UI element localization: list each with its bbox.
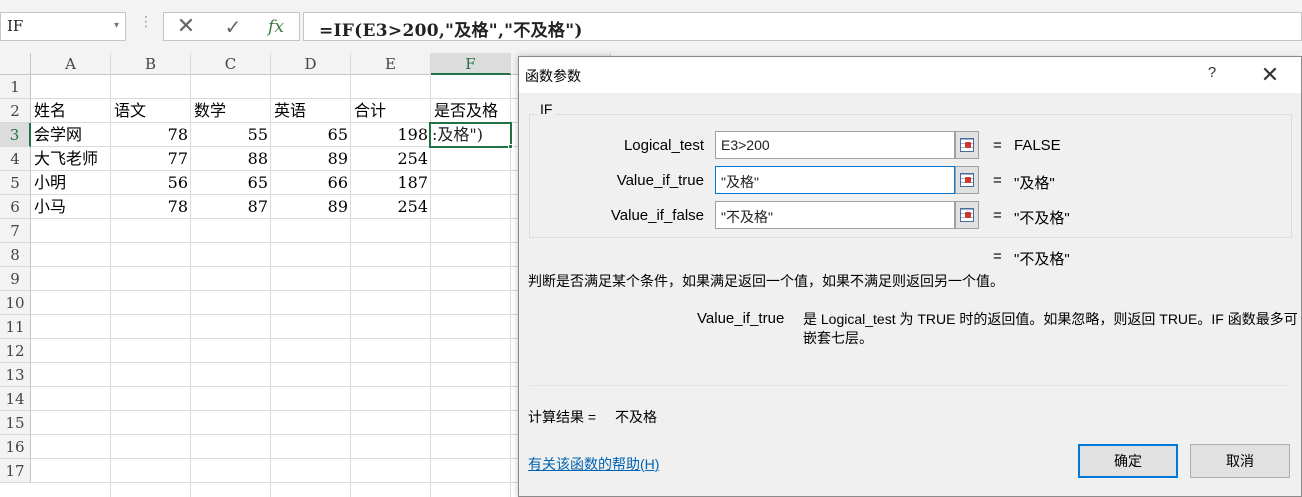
cell-c6[interactable]: 87 (191, 195, 271, 219)
cancel-button[interactable]: 取消 (1190, 444, 1290, 478)
function-arguments-dialog: 函数参数 ? ✕ IF Logical_test E3>200 = FALSE … (518, 56, 1302, 497)
arg-help-text: 是 Logical_test 为 TRUE 时的返回值。如果忽略，则返回 TRU… (803, 311, 1298, 346)
arg-help-name: Value_if_true (697, 310, 785, 327)
collapse-dialog-button[interactable] (955, 166, 979, 194)
cancel-icon[interactable]: ✕ (172, 15, 200, 39)
cell-a3[interactable]: 会学网 (31, 123, 111, 147)
column-header-b[interactable]: B (111, 53, 191, 75)
function-description: 判断是否满足某个条件，如果满足返回一个值，如果不满足则返回另一个值。 (528, 273, 1004, 289)
cell-a2[interactable]: 姓名 (31, 99, 111, 123)
collapse-dialog-button[interactable] (955, 201, 979, 229)
cell-b4[interactable]: 77 (111, 147, 191, 171)
chevron-down-icon[interactable]: ▾ (114, 20, 119, 31)
column-header-e[interactable]: E (351, 53, 431, 75)
overall-equals: = (993, 248, 1002, 265)
cell-c4[interactable]: 88 (191, 147, 271, 171)
function-help-link[interactable]: 有关该函数的帮助(H) (528, 454, 659, 474)
row-header-2[interactable]: 2 (0, 99, 31, 123)
cell-b2[interactable]: 语文 (111, 99, 191, 123)
row-header-15[interactable]: 15 (0, 411, 31, 435)
row-header-13[interactable]: 13 (0, 363, 31, 387)
cell-d5[interactable]: 66 (271, 171, 351, 195)
formula-input[interactable]: =IF(E3>200,"及格","不及格") (303, 12, 1302, 41)
row-header-16[interactable]: 16 (0, 435, 31, 459)
arg-label-value-if-true: Value_if_true (616, 172, 704, 189)
range-select-icon (960, 208, 974, 222)
insert-function-icon[interactable]: fx (262, 15, 290, 39)
column-header-a[interactable]: A (31, 53, 111, 75)
dialog-title-bar[interactable]: 函数参数 ? ✕ (519, 57, 1301, 93)
row-header-6[interactable]: 6 (0, 195, 31, 219)
row-header-3[interactable]: 3 (0, 123, 31, 147)
select-all-corner[interactable] (0, 53, 31, 75)
cell-c3[interactable]: 55 (191, 123, 271, 147)
arg-equals: = (993, 207, 1002, 224)
arg-result-value-if-true: "及格" (1014, 175, 1055, 192)
help-icon[interactable]: ? (1202, 64, 1222, 86)
cell-a4[interactable]: 大飞老师 (31, 147, 111, 171)
cell-f2[interactable]: 是否及格 (431, 99, 511, 123)
column-header-d[interactable]: D (271, 53, 351, 75)
row-header-4[interactable]: 4 (0, 147, 31, 171)
value-if-false-input[interactable]: "不及格" (715, 201, 955, 229)
row-header-5[interactable]: 5 (0, 171, 31, 195)
ok-button[interactable]: 确定 (1078, 444, 1178, 478)
divider (529, 385, 1290, 386)
cell-a6[interactable]: 小马 (31, 195, 111, 219)
cell-d2[interactable]: 英语 (271, 99, 351, 123)
cell-c5[interactable]: 65 (191, 171, 271, 195)
row-header-8[interactable]: 8 (0, 243, 31, 267)
row-header-17[interactable]: 17 (0, 459, 31, 483)
cell-d4[interactable]: 89 (271, 147, 351, 171)
arg-result-logical-test: FALSE (1014, 137, 1061, 154)
value-if-true-input[interactable]: "及格" (715, 166, 955, 194)
arg-result-value-if-false: "不及格" (1014, 210, 1070, 227)
check-icon[interactable]: ✓ (219, 15, 247, 39)
row-header-1[interactable]: 1 (0, 75, 31, 99)
cell-e6[interactable]: 254 (351, 195, 431, 219)
row-header-10[interactable]: 10 (0, 291, 31, 315)
formula-buttons: ✕ ✓ fx (163, 12, 300, 41)
arg-equals: = (993, 137, 1002, 154)
cell-d3[interactable]: 65 (271, 123, 351, 147)
column-header-c[interactable]: C (191, 53, 271, 75)
name-box[interactable]: IF ▾ (0, 12, 126, 41)
cell-b6[interactable]: 78 (111, 195, 191, 219)
row-header-9[interactable]: 9 (0, 267, 31, 291)
name-box-value: IF (7, 17, 24, 35)
active-cell-f3[interactable]: :及格") (429, 122, 512, 148)
cell-e4[interactable]: 254 (351, 147, 431, 171)
cell-e2[interactable]: 合计 (351, 99, 431, 123)
logical-test-input[interactable]: E3>200 (715, 131, 955, 159)
cell-b3[interactable]: 78 (111, 123, 191, 147)
collapse-dialog-button[interactable] (955, 131, 979, 159)
arg-label-value-if-false: Value_if_false (610, 207, 704, 224)
function-name: IF (537, 101, 556, 117)
dialog-title: 函数参数 (525, 68, 581, 84)
cell-b5[interactable]: 56 (111, 171, 191, 195)
cell-c2[interactable]: 数学 (191, 99, 271, 123)
cell-e3[interactable]: 198 (351, 123, 431, 147)
cell-a5[interactable]: 小明 (31, 171, 111, 195)
row-header-14[interactable]: 14 (0, 387, 31, 411)
arg-equals: = (993, 172, 1002, 189)
overall-result: "不及格" (1014, 251, 1070, 268)
cell-d6[interactable]: 89 (271, 195, 351, 219)
row-header-12[interactable]: 12 (0, 339, 31, 363)
calc-result-value: 不及格 (615, 409, 657, 425)
range-select-icon (960, 138, 974, 152)
fill-handle[interactable] (508, 144, 513, 149)
drag-handle-icon[interactable]: ⋮ (139, 14, 153, 30)
arg-label-logical-test: Logical_test (623, 137, 704, 154)
cell-e5[interactable]: 187 (351, 171, 431, 195)
range-select-icon (960, 173, 974, 187)
close-icon[interactable]: ✕ (1256, 61, 1284, 89)
formula-bar: IF ▾ ⋮ ✕ ✓ fx =IF(E3>200,"及格","不及格") (0, 0, 1302, 53)
row-header-7[interactable]: 7 (0, 219, 31, 243)
row-header-11[interactable]: 11 (0, 315, 31, 339)
calc-result-label: 计算结果 = (528, 409, 597, 425)
column-header-f[interactable]: F (431, 53, 511, 75)
